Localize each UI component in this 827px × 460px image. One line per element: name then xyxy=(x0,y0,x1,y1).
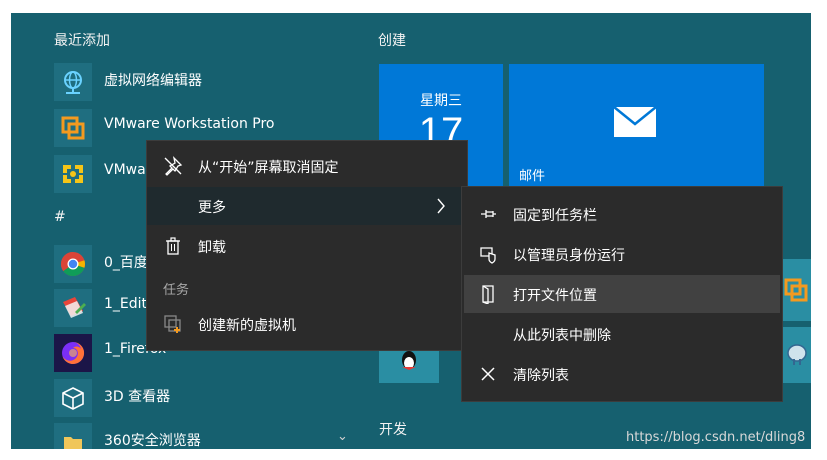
close-icon xyxy=(478,364,498,384)
chrome-icon xyxy=(54,245,92,283)
firefox-icon xyxy=(54,334,92,372)
elephant-icon xyxy=(784,341,810,371)
uninstall-label: 卸载 xyxy=(198,240,226,256)
tasks-header: 任务 xyxy=(163,283,190,298)
context-menu: 从“开始”屏幕取消固定 更多 卸载 任务 创建新的虚拟机 xyxy=(146,140,468,351)
app-label: 0_百度 xyxy=(104,255,148,271)
folder-open-icon xyxy=(478,284,498,305)
penguin-icon xyxy=(399,349,419,375)
run-admin-label: 以管理员身份运行 xyxy=(513,248,625,264)
mail-tile[interactable]: 邮件 xyxy=(509,64,764,188)
pin-taskbar-label: 固定到任务栏 xyxy=(513,208,597,224)
trash-icon xyxy=(163,236,183,256)
app-label: 3D 查看器 xyxy=(104,389,171,405)
run-admin-menu-item[interactable]: 以管理员身份运行 xyxy=(462,235,782,273)
more-menu-item[interactable]: 更多 xyxy=(147,187,467,225)
calendar-day: 星期三 xyxy=(420,93,462,109)
remove-list-menu-item[interactable]: 从此列表中删除 xyxy=(462,315,782,353)
clear-list-menu-item[interactable]: 清除列表 xyxy=(462,355,782,393)
globe-network-icon xyxy=(54,63,92,101)
chevron-right-icon xyxy=(435,196,447,220)
create-vm-menu-item[interactable]: 创建新的虚拟机 xyxy=(147,305,467,343)
vmware-player-icon xyxy=(54,155,92,193)
vmware-icon xyxy=(783,277,809,307)
remove-list-label: 从此列表中删除 xyxy=(513,328,611,344)
app-label: VMware Workstation Pro xyxy=(104,116,275,132)
app-label: 360安全浏览器 xyxy=(104,433,201,449)
app-item-vmware-workstation[interactable]: VMware Workstation Pro xyxy=(11,105,371,147)
clear-list-label: 清除列表 xyxy=(513,368,569,384)
recent-header: 最近添加 xyxy=(54,33,110,49)
pin-taskbar-menu-item[interactable]: 固定到任务栏 xyxy=(462,195,782,233)
shield-icon xyxy=(478,244,498,264)
more-label: 更多 xyxy=(198,200,226,216)
envelope-icon xyxy=(613,106,657,142)
app-item-360-browser[interactable]: 360安全浏览器 ⌄ xyxy=(11,419,371,449)
create-header: 创建 xyxy=(378,33,406,49)
app-label: VMwa xyxy=(104,162,146,178)
watermark: https://blog.csdn.net/dling8 xyxy=(626,430,806,445)
editor-icon xyxy=(54,289,92,327)
more-submenu: 固定到任务栏 以管理员身份运行 打开文件位置 从此列表中删除 清除列表 xyxy=(461,186,783,402)
app-item-3d-viewer[interactable]: 3D 查看器 xyxy=(11,375,371,417)
unpin-label: 从“开始”屏幕取消固定 xyxy=(198,160,339,176)
open-location-label: 打开文件位置 xyxy=(513,288,597,304)
app-item-network-editor[interactable]: 虚拟网络编辑器 xyxy=(11,59,371,101)
unpin-menu-item[interactable]: 从“开始”屏幕取消固定 xyxy=(147,147,467,185)
new-vm-icon xyxy=(163,314,183,334)
chevron-down-icon[interactable]: ⌄ xyxy=(337,429,348,444)
pin-icon xyxy=(478,204,498,224)
cube-icon xyxy=(54,379,92,417)
uninstall-menu-item[interactable]: 卸载 xyxy=(147,227,467,265)
folder-icon xyxy=(54,423,92,449)
mail-label: 邮件 xyxy=(519,169,546,184)
create-vm-label: 创建新的虚拟机 xyxy=(198,318,296,334)
vmware-icon xyxy=(54,109,92,147)
vmware-tile[interactable] xyxy=(781,259,811,321)
open-location-menu-item[interactable]: 打开文件位置 xyxy=(464,275,780,313)
app-label: 虚拟网络编辑器 xyxy=(104,73,202,89)
postgres-tile[interactable] xyxy=(781,327,811,383)
dev-header: 开发 xyxy=(379,422,407,438)
app-label: 1_Edit xyxy=(104,296,148,312)
unpin-icon xyxy=(163,156,183,176)
hash-header[interactable]: # xyxy=(54,209,66,225)
